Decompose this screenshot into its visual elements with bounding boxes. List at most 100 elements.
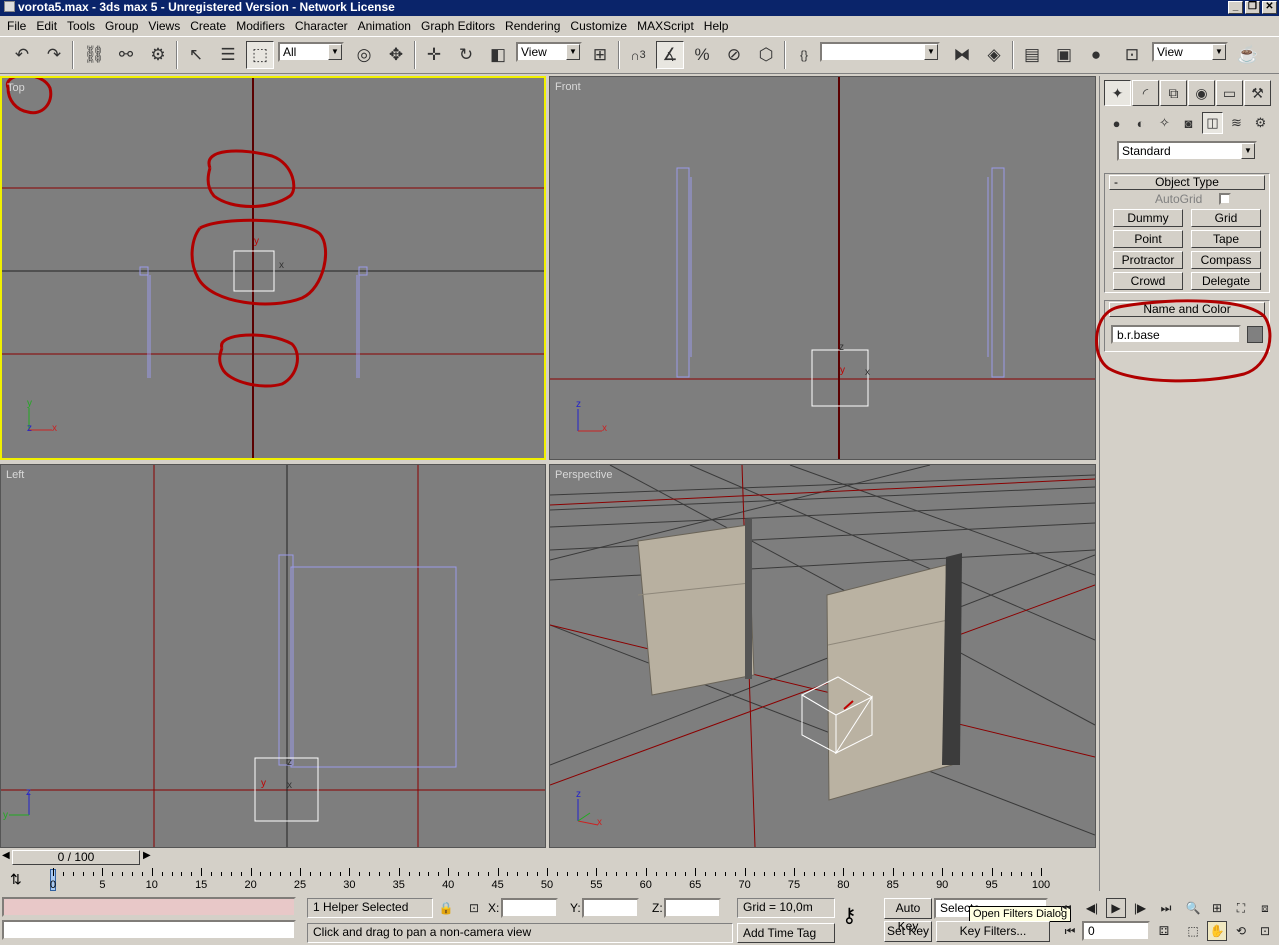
maximize-viewport-icon[interactable]: ⊡ — [1255, 921, 1275, 941]
select-and-rotate-icon[interactable]: ↻ — [452, 41, 480, 69]
auto-key-button[interactable]: Auto Key — [884, 898, 932, 933]
go-to-end-icon[interactable]: ⏭ — [1156, 898, 1176, 918]
select-and-manipulate-icon[interactable]: ✥ — [382, 41, 410, 69]
object-category-dropdown[interactable]: Standard ▼ — [1117, 141, 1257, 161]
crowd-button[interactable]: Crowd — [1113, 272, 1183, 290]
select-and-move-icon[interactable]: ✛ — [420, 41, 448, 69]
delegate-button[interactable]: Delegate — [1191, 272, 1261, 290]
named-selection-dropdown[interactable]: ▼ — [820, 42, 940, 62]
hierarchy-tab-icon[interactable]: ⧉ — [1160, 80, 1187, 106]
mini-curve-editor-icon[interactable]: ⇅ — [10, 871, 22, 888]
trackbar[interactable]: ⇅ 0 5 10 15 20 25 30 35 40 45 50 55 60 65 70 75 80 85 90 95… — [0, 866, 1099, 894]
motion-tab-icon[interactable]: ◉ — [1188, 80, 1215, 106]
close-button[interactable]: ✕ — [1262, 1, 1277, 14]
autogrid-checkbox[interactable]: AutoGrid — [1155, 192, 1232, 206]
geometry-icon[interactable]: ● — [1106, 112, 1127, 134]
key-filters-button[interactable]: Key Filters... — [936, 921, 1050, 942]
grid-button[interactable]: Grid — [1191, 209, 1261, 227]
zoom-icon[interactable]: 🔍 — [1183, 898, 1203, 918]
menu-customize[interactable]: Customize — [565, 17, 632, 35]
menu-graph-editors[interactable]: Graph Editors — [416, 17, 500, 35]
zoom-all-icon[interactable]: ⊞ — [1207, 898, 1227, 918]
go-to-start-icon[interactable]: ⏮ — [1056, 898, 1076, 918]
menu-file[interactable]: File — [2, 17, 31, 35]
undo-icon[interactable]: ↶ — [8, 41, 36, 69]
current-frame-field[interactable]: 0 — [1082, 921, 1150, 941]
select-by-name-icon[interactable]: ☰ — [214, 41, 242, 69]
time-slider[interactable]: 0 / 100 — [12, 850, 140, 865]
tape-button[interactable]: Tape — [1191, 230, 1261, 248]
create-tab-icon[interactable]: ✦ — [1104, 80, 1131, 106]
time-slider-track[interactable]: ◀ ▶ — [0, 849, 1096, 865]
space-warps-icon[interactable]: ≋ — [1226, 112, 1247, 134]
arc-rotate-icon[interactable]: ⟲ — [1231, 921, 1251, 941]
point-button[interactable]: Point — [1113, 230, 1183, 248]
zoom-extents-all-icon[interactable]: ⧈ — [1255, 898, 1275, 918]
viewport-front[interactable]: Front z y x z x — [549, 76, 1096, 460]
curve-editor-icon[interactable]: ▣ — [1050, 41, 1078, 69]
app-icon[interactable] — [4, 1, 15, 12]
maximize-button[interactable]: ❐ — [1245, 1, 1260, 14]
z-coordinate-field[interactable] — [664, 898, 721, 918]
menu-maxscript[interactable]: MAXScript — [632, 17, 699, 35]
mirror-icon[interactable]: ⧓ — [948, 41, 976, 69]
select-object-icon[interactable]: ↖ — [182, 41, 210, 69]
pan-icon[interactable]: ✋ — [1207, 921, 1227, 941]
region-zoom-icon[interactable]: ⬚ — [1183, 921, 1203, 941]
maxscript-listener-pink[interactable] — [2, 897, 296, 917]
menu-views[interactable]: Views — [143, 17, 185, 35]
angle-snap-icon[interactable]: ∡ — [656, 41, 684, 69]
key-mode-toggle-icon[interactable]: ⏮ — [1060, 921, 1080, 941]
material-editor-icon[interactable]: ● — [1082, 41, 1110, 69]
spinner-snap-icon[interactable]: ⊘ — [720, 41, 748, 69]
minimize-button[interactable]: _ — [1228, 1, 1243, 14]
maxscript-listener-white[interactable] — [2, 920, 296, 940]
x-coordinate-field[interactable] — [501, 898, 558, 918]
rectangular-selection-icon[interactable]: ⬚ — [246, 41, 274, 69]
menu-animation[interactable]: Animation — [353, 17, 416, 35]
edit-named-selections-icon[interactable]: {} — [790, 41, 818, 69]
set-key-icon[interactable]: ⚷ — [842, 903, 857, 928]
layer-manager-icon[interactable]: ▤ — [1018, 41, 1046, 69]
viewport-label[interactable]: Front — [555, 81, 581, 93]
menu-group[interactable]: Group — [100, 17, 143, 35]
dummy-button[interactable]: Dummy — [1113, 209, 1183, 227]
next-frame-icon[interactable]: |▶ — [1130, 898, 1150, 918]
percent-snap-icon[interactable]: % — [688, 41, 716, 69]
viewport-label[interactable]: Perspective — [555, 469, 612, 481]
time-configuration-icon[interactable]: ⚃ — [1154, 921, 1174, 941]
lock-selection-icon[interactable]: 🔒 — [436, 898, 456, 918]
viewport-perspective[interactable]: Perspective z x — [549, 464, 1096, 848]
reference-coordinate-dropdown[interactable]: View ▼ — [516, 42, 582, 62]
viewport-label[interactable]: Top — [7, 82, 25, 94]
add-time-tag-button[interactable]: Add Time Tag — [737, 923, 835, 943]
viewport-label[interactable]: Left — [6, 469, 24, 481]
set-key-button[interactable]: Set Key — [884, 921, 932, 942]
zoom-extents-icon[interactable]: ⛶ — [1231, 898, 1251, 918]
align-icon[interactable]: ◈ — [980, 41, 1008, 69]
select-and-scale-icon[interactable]: ◧ — [484, 41, 512, 69]
selection-filter-dropdown[interactable]: All ▼ — [278, 42, 344, 62]
render-type-dropdown[interactable]: View ▼ — [1152, 42, 1228, 62]
menu-modifiers[interactable]: Modifiers — [231, 17, 290, 35]
modify-tab-icon[interactable]: ◜ — [1132, 80, 1159, 106]
snap-toggle-icon[interactable]: ∩ 3 — [624, 41, 652, 69]
menu-tools[interactable]: Tools — [62, 17, 100, 35]
menu-edit[interactable]: Edit — [31, 17, 62, 35]
redo-icon[interactable]: ↷ — [40, 41, 68, 69]
lights-icon[interactable]: ✧ — [1154, 112, 1175, 134]
protractor-button[interactable]: Protractor — [1113, 251, 1183, 269]
display-tab-icon[interactable]: ▭ — [1216, 80, 1243, 106]
absolute-mode-icon[interactable]: ⊡ — [464, 898, 484, 918]
select-and-link-icon[interactable]: ⛓ — [80, 41, 108, 69]
helpers-icon[interactable]: ◫ — [1202, 112, 1223, 134]
previous-frame-icon[interactable]: ◀| — [1082, 898, 1102, 918]
quick-render-icon[interactable]: ☕ — [1234, 41, 1262, 69]
y-coordinate-field[interactable] — [582, 898, 639, 918]
menu-help[interactable]: Help — [699, 17, 734, 35]
systems-icon[interactable]: ⚙ — [1250, 112, 1271, 134]
scroll-left-icon[interactable]: ◀ — [2, 850, 10, 861]
bind-space-warp-icon[interactable]: ⚙ — [144, 41, 172, 69]
cameras-icon[interactable]: ◙ — [1178, 112, 1199, 134]
pivot-point-center-icon[interactable]: ⊞ — [586, 41, 614, 69]
